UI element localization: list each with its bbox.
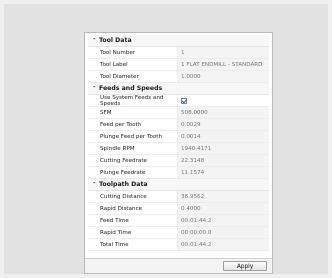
property-value-field[interactable]: 508.0000 [178,107,269,118]
property-value-field[interactable]: 0.0014 [178,131,269,142]
collapse-chevron-icon[interactable]: ⌃ [92,38,99,44]
property-label: Cutting Feedrate [88,155,178,166]
property-value-field[interactable]: 22.3148 [178,155,269,166]
property-value-field[interactable]: 00:01:44.2 [178,215,269,226]
section-header-tool-data[interactable]: ⌃ Tool Data [88,35,269,47]
property-label: Total Time [88,239,178,250]
use-system-feeds-checkbox[interactable] [181,97,187,104]
property-value-field[interactable]: 0.0029 [178,119,269,130]
property-row-feed-time: Feed Time 00:01:44.2 [88,215,269,227]
property-row-total-time: Total Time 00:01:44.2 [88,239,269,251]
property-value-field[interactable]: 1 FLAT ENDMILL - STANDARD [178,59,269,70]
property-value-field[interactable]: 0.4000 [178,203,269,214]
property-label: Plunge Feedrate [88,167,178,178]
property-value-field[interactable]: 1940.4171 [178,143,269,154]
section-title: Toolpath Data [99,181,148,188]
property-label: Use System Feeds and Speeds [88,95,178,107]
property-panel: ⌃ Tool Data Tool Number 1 Tool Label 1 F… [84,32,273,274]
collapse-chevron-icon[interactable]: ⌃ [92,86,99,92]
panel-footer: Apply [85,258,272,273]
property-row-plunge-feedrate: Plunge Feedrate 11.1574 [88,167,269,179]
property-row-tool-label: Tool Label 1 FLAT ENDMILL - STANDARD [88,59,269,71]
property-label: Rapid Time [88,227,178,238]
property-row-use-system-feeds: Use System Feeds and Speeds [88,95,269,107]
property-label: Tool Label [88,59,178,70]
property-grid: ⌃ Tool Data Tool Number 1 Tool Label 1 F… [88,35,269,251]
property-label: Tool Number [88,47,178,58]
property-label: Feed Time [88,215,178,226]
property-row-tool-number: Tool Number 1 [88,47,269,59]
property-label: Feed per Tooth [88,119,178,130]
apply-button[interactable]: Apply [223,261,267,271]
window-background: ⌃ Tool Data Tool Number 1 Tool Label 1 F… [4,4,328,274]
property-row-feed-per-tooth: Feed per Tooth 0.0029 [88,119,269,131]
property-row-rapid-time: Rapid Time 00:00:00.0 [88,227,269,239]
property-row-cutting-distance: Cutting Distance 38.9562 [88,191,269,203]
property-value-field[interactable]: 1 [178,47,269,58]
property-value-field[interactable]: 11.1574 [178,167,269,178]
property-row-sfm: SFM 508.0000 [88,107,269,119]
property-label: Plunge Feed per Tooth [88,131,178,142]
property-value-field[interactable]: 00:01:44.2 [178,239,269,250]
section-title: Feeds and Speeds [99,85,163,92]
property-label: SFM [88,107,178,118]
property-label: Rapid Distance [88,203,178,214]
section-title: Tool Data [99,37,132,44]
property-value-field[interactable]: 1.0000 [178,71,269,82]
property-row-cutting-feedrate: Cutting Feedrate 22.3148 [88,155,269,167]
property-row-rapid-distance: Rapid Distance 0.4000 [88,203,269,215]
property-value-checkbox-cell [178,95,269,106]
property-value-field[interactable]: 38.9562 [178,191,269,202]
section-header-feeds-and-speeds[interactable]: ⌃ Feeds and Speeds [88,83,269,95]
property-label: Tool Diameter [88,71,178,82]
property-label: Spindle RPM [88,143,178,154]
collapse-chevron-icon[interactable]: ⌃ [92,182,99,188]
property-label: Cutting Distance [88,191,178,202]
property-row-spindle-rpm: Spindle RPM 1940.4171 [88,143,269,155]
property-value-field[interactable]: 00:00:00.0 [178,227,269,238]
property-row-plunge-feed-per-tooth: Plunge Feed per Tooth 0.0014 [88,131,269,143]
property-row-tool-diameter: Tool Diameter 1.0000 [88,71,269,83]
section-header-toolpath-data[interactable]: ⌃ Toolpath Data [88,179,269,191]
